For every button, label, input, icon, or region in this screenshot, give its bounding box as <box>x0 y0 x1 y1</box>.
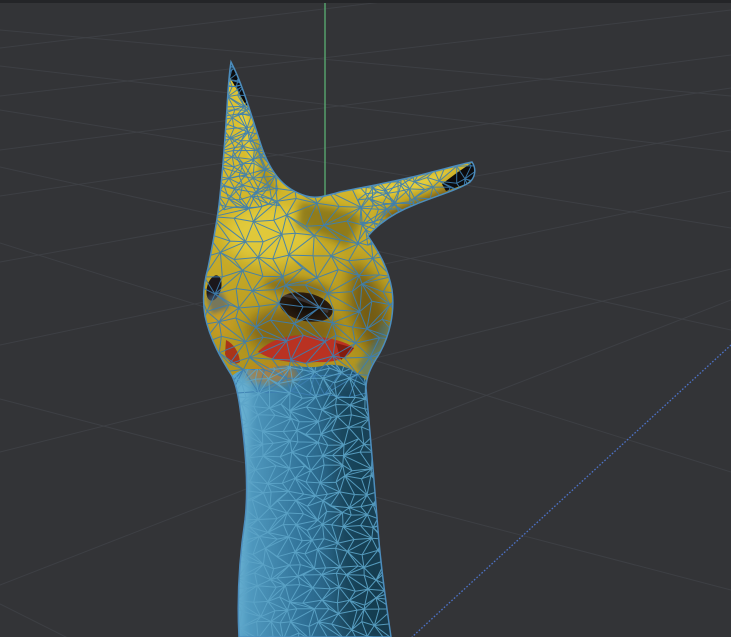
viewport-3d[interactable] <box>0 0 731 637</box>
viewport-top-border <box>0 0 731 3</box>
scene-svg <box>0 0 731 637</box>
